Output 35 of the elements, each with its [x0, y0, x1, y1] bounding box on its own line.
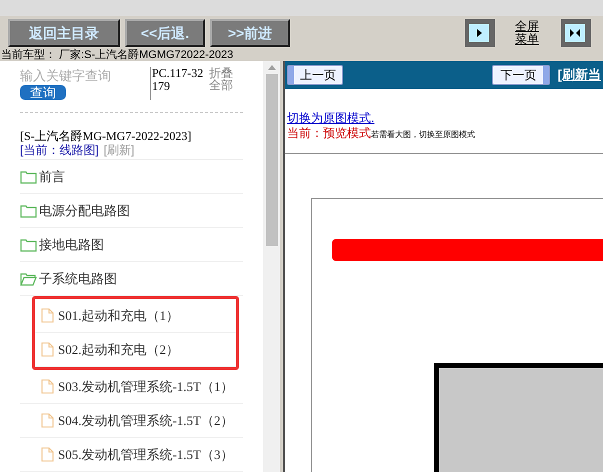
- tree-folder[interactable]: 子系统电路图: [39, 268, 117, 288]
- tree-item[interactable]: S01.起动和充电（1）: [58, 306, 179, 326]
- code-text: PC.117-32179: [150, 67, 205, 100]
- scrollbar-thumb[interactable]: [266, 74, 278, 246]
- document-icon: [41, 379, 54, 394]
- tree-item[interactable]: S05.发动机管理系统-1.5T（3）: [58, 444, 234, 464]
- document-icon: [41, 342, 54, 357]
- split-button[interactable]: [561, 19, 591, 47]
- tree-folder[interactable]: 电源分配电路图: [39, 200, 130, 220]
- search-field[interactable]: 输入关键字查询: [20, 67, 150, 85]
- folder-icon: [20, 238, 37, 252]
- folder-icon: [20, 204, 37, 218]
- collapse-all-link[interactable]: 折叠全部: [208, 67, 243, 100]
- tree-item[interactable]: S03.发动机管理系统-1.5T（1）: [58, 376, 234, 396]
- mode-label: 当前：预览模式: [287, 126, 371, 141]
- next-page-button[interactable]: 下一页: [492, 65, 550, 85]
- refresh-page-link[interactable]: [刷新当: [558, 65, 601, 85]
- catalog-title: [S-上汽名爵MG-MG7-2022-2023]: [20, 129, 192, 143]
- document-icon: [41, 413, 54, 428]
- document-icon: [41, 447, 54, 462]
- fullscreen-menu-link[interactable]: 全屏菜单: [512, 20, 542, 46]
- current-view-text: [当前：线路图]: [20, 143, 99, 157]
- open-folder-icon: [20, 272, 37, 286]
- expand-button[interactable]: [465, 19, 495, 47]
- tree-item[interactable]: S02.起动和充电（2）: [58, 340, 179, 360]
- tree-folder[interactable]: 前言: [39, 166, 65, 186]
- document-icon: [41, 308, 54, 323]
- tree-item[interactable]: S04.发动机管理系统-1.5T（2）: [58, 410, 234, 430]
- car-model-text: 当前车型： 厂家:S-上汽名爵MGMG72022-2023: [0, 50, 234, 61]
- folder-icon: [20, 170, 37, 184]
- tree-folder[interactable]: 接地电路图: [39, 234, 104, 254]
- search-button[interactable]: 查询: [20, 85, 66, 100]
- switch-mode-link[interactable]: 切换为原图模式.: [287, 111, 601, 126]
- previous-page-button[interactable]: 上一页: [287, 65, 343, 85]
- mode-hint: 若需看大图，切换至原图模式: [371, 129, 475, 141]
